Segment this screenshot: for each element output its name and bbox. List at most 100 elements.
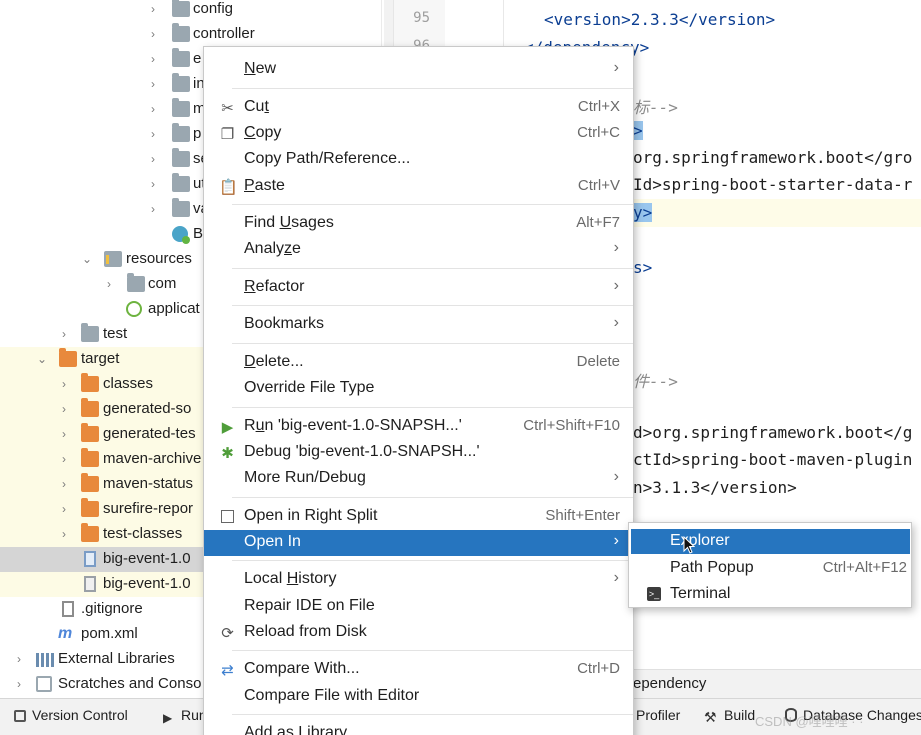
- chevron-right-icon[interactable]: ›: [146, 1, 160, 17]
- submenu-item-path-popup[interactable]: Path Popup Ctrl+Alt+F12: [631, 556, 910, 581]
- code-line: d>org.springframework.boot</g: [633, 423, 913, 442]
- menu-item-copy-path[interactable]: Copy Path/Reference...: [204, 147, 633, 173]
- menu-item-label: Repair IDE on File: [244, 597, 375, 614]
- build-tab[interactable]: ⚒ Build: [704, 707, 755, 725]
- breadcrumb[interactable]: ependency: [633, 675, 706, 692]
- version-control-tab[interactable]: Version Control: [14, 707, 128, 723]
- folder-icon: [172, 198, 190, 217]
- chevron-right-icon[interactable]: ›: [57, 376, 71, 392]
- copy-icon: ❐: [220, 126, 235, 143]
- code-line: y>: [633, 203, 653, 222]
- menu-item-label: Bookmarks: [244, 315, 325, 332]
- menu-item-label: Add as Library...: [244, 724, 360, 735]
- spring-config-icon: [126, 301, 142, 317]
- menu-item-compare-file-editor[interactable]: Compare File with Editor: [204, 684, 633, 710]
- menu-separator: [232, 88, 633, 89]
- chevron-down-icon[interactable]: ⌄: [80, 251, 94, 267]
- menu-item-label: Reload from Disk: [244, 623, 367, 640]
- mouse-cursor-icon: [683, 536, 695, 554]
- chevron-down-icon[interactable]: ⌄: [35, 351, 49, 367]
- excluded-folder-icon: [59, 348, 77, 367]
- menu-item-copy[interactable]: ❐ Copy Ctrl+C: [204, 121, 633, 147]
- menu-item-add-as-library[interactable]: Add as Library...: [204, 721, 633, 735]
- submenu-item-terminal[interactable]: >_ Terminal: [631, 582, 910, 607]
- folder-icon: [172, 0, 190, 17]
- code-line: n>3.1.3</version>: [633, 478, 797, 497]
- profiler-tab[interactable]: Profiler: [636, 707, 680, 723]
- version-control-icon: [14, 710, 26, 722]
- tree-item-label: External Libraries: [58, 650, 175, 667]
- excluded-folder-icon: [81, 423, 99, 442]
- menu-item-reload-from-disk[interactable]: ⟳ Reload from Disk: [204, 620, 633, 646]
- menu-item-refactor[interactable]: Refactor ›: [204, 275, 633, 301]
- menu-item-find-usages[interactable]: Find Usages Alt+F7: [204, 211, 633, 237]
- caret-row-highlight: [633, 199, 921, 227]
- chevron-right-icon[interactable]: ›: [57, 526, 71, 542]
- spring-class-icon: [172, 226, 190, 244]
- chevron-right-icon[interactable]: ›: [146, 76, 160, 92]
- menu-item-label: Compare File with Editor: [244, 687, 420, 704]
- chevron-right-icon[interactable]: ›: [57, 451, 71, 467]
- tree-item-label: pom.xml: [81, 625, 138, 642]
- tree-item-label: p: [193, 125, 202, 142]
- line-number: 95: [413, 10, 430, 26]
- chevron-right-icon[interactable]: ›: [57, 326, 71, 342]
- menu-item-run[interactable]: ▶ Run 'big-event-1.0-SNAPSH...' Ctrl+Shi…: [204, 414, 633, 440]
- menu-item-open-right-split[interactable]: Open in Right Split Shift+Enter: [204, 504, 633, 530]
- chevron-right-icon[interactable]: ›: [146, 126, 160, 142]
- tree-row[interactable]: › controller: [0, 22, 381, 47]
- chevron-right-icon[interactable]: ›: [146, 176, 160, 192]
- chevron-right-icon[interactable]: ›: [146, 26, 160, 42]
- menu-separator: [232, 497, 633, 498]
- tree-row[interactable]: › config: [0, 0, 381, 22]
- folder-icon: [127, 273, 145, 292]
- run-icon: ▶: [163, 711, 173, 725]
- menu-item-label: Debug 'big-event-1.0-SNAPSH...': [244, 443, 480, 460]
- folder-icon: [172, 173, 190, 192]
- tree-item-label: .gitignore: [81, 600, 143, 617]
- menu-item-more-run-debug[interactable]: More Run/Debug ›: [204, 466, 633, 492]
- code-line: ctId>spring-boot-maven-plugin: [633, 450, 913, 469]
- menu-shortcut: Ctrl+V: [577, 177, 620, 194]
- menu-item-local-history[interactable]: Local History ›: [204, 567, 633, 593]
- menu-separator: [232, 714, 633, 715]
- run-icon: ▶: [221, 419, 234, 436]
- run-tab[interactable]: ▶ Run: [163, 707, 207, 725]
- chevron-right-icon[interactable]: ›: [12, 651, 26, 667]
- chevron-right-icon[interactable]: ›: [57, 401, 71, 417]
- menu-item-repair-ide[interactable]: Repair IDE on File: [204, 594, 633, 620]
- tree-item-label: applicat: [148, 300, 200, 317]
- menu-item-new[interactable]: New ›: [204, 57, 633, 83]
- menu-shortcut: Ctrl+Shift+F10: [523, 417, 620, 434]
- chevron-right-icon[interactable]: ›: [12, 676, 26, 692]
- menu-separator: [232, 204, 633, 205]
- chevron-right-icon[interactable]: ›: [146, 101, 160, 117]
- chevron-right-icon[interactable]: ›: [102, 276, 116, 292]
- menu-item-compare-with[interactable]: ⇄ Compare With... Ctrl+D: [204, 657, 633, 683]
- chevron-right-icon[interactable]: ›: [57, 426, 71, 442]
- tree-item-label: Scratches and Conso: [58, 675, 202, 692]
- chevron-right-icon[interactable]: ›: [146, 51, 160, 67]
- library-icon: [36, 651, 54, 667]
- menu-item-open-in[interactable]: Open In ›: [204, 530, 633, 556]
- excluded-folder-icon: [81, 523, 99, 542]
- chevron-right-icon[interactable]: ›: [57, 476, 71, 492]
- menu-item-analyze[interactable]: Analyze ›: [204, 237, 633, 263]
- chevron-right-icon[interactable]: ›: [57, 501, 71, 517]
- tree-item-label: maven-status: [103, 475, 194, 492]
- chevron-right-icon[interactable]: ›: [146, 201, 160, 217]
- chevron-right-icon[interactable]: ›: [146, 151, 160, 167]
- code-line: >: [633, 121, 643, 140]
- menu-item-bookmarks[interactable]: Bookmarks ›: [204, 312, 633, 338]
- menu-item-paste[interactable]: 📋 Paste Ctrl+V: [204, 174, 633, 200]
- menu-item-debug[interactable]: ✱ Debug 'big-event-1.0-SNAPSH...': [204, 440, 633, 466]
- menu-item-override-file-type[interactable]: Override File Type: [204, 376, 633, 402]
- chevron-right-icon: ›: [613, 314, 619, 331]
- code-line: <version>2.3.3</version>: [544, 10, 776, 29]
- tree-item-label: e: [193, 50, 202, 67]
- menu-item-label: Refactor: [244, 278, 305, 295]
- submenu-item-explorer[interactable]: Explorer: [631, 529, 910, 554]
- menu-item-cut[interactable]: ✂ Cut Ctrl+X: [204, 95, 633, 121]
- menu-item-delete[interactable]: Delete... Delete: [204, 350, 633, 376]
- context-menu: New › ✂ Cut Ctrl+X ❐ Copy Ctrl+C Copy Pa…: [203, 46, 634, 735]
